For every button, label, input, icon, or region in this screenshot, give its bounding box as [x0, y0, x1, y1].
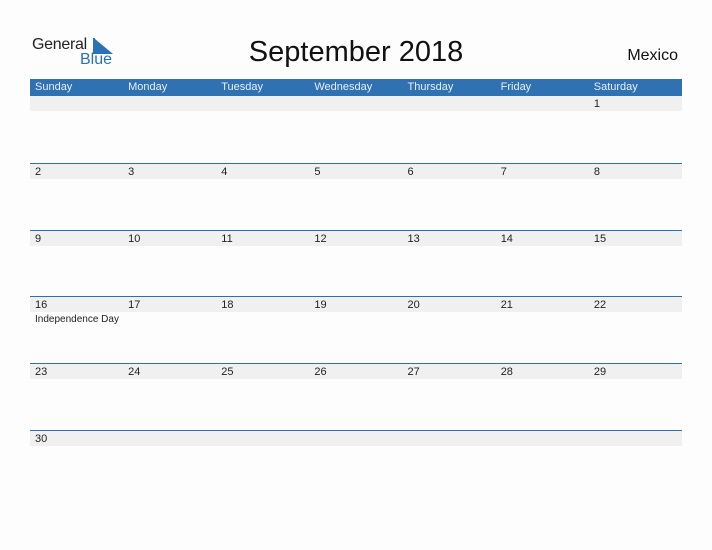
day-cell: 11 [216, 231, 309, 298]
day-cell: 17 [123, 297, 216, 364]
week-row: 23 24 25 26 27 28 29 [30, 363, 682, 431]
day-number: 30 [35, 433, 48, 445]
day-number: 11 [221, 233, 233, 245]
day-cell [216, 431, 309, 498]
day-number: 29 [593, 366, 607, 378]
day-number: 26 [314, 366, 327, 378]
day-number: 22 [593, 299, 607, 311]
week-row: 16 Independence Day 17 18 19 20 21 22 [30, 296, 682, 364]
day-number: 27 [407, 366, 420, 378]
day-cell: 9 [30, 231, 123, 298]
day-number: 4 [221, 166, 228, 178]
day-cell [403, 431, 496, 498]
day-cell [309, 96, 402, 163]
day-cell: 23 [30, 364, 123, 431]
day-cell: 15 [589, 231, 682, 298]
weekday-thursday: Thursday [407, 81, 454, 93]
day-number: 28 [500, 366, 513, 378]
day-cell: 30 [30, 431, 123, 498]
day-cell: 19 [309, 297, 402, 364]
day-number: 15 [593, 233, 607, 245]
day-cell: 2 [30, 164, 123, 231]
day-cell: 1 [589, 96, 682, 163]
day-cell: 20 [403, 297, 496, 364]
day-number: 25 [221, 366, 234, 378]
day-cell: 8 [589, 164, 682, 231]
day-number: 20 [407, 299, 420, 311]
day-cell [496, 96, 589, 163]
weekday-sunday: Sunday [35, 81, 73, 93]
day-cell: 4 [216, 164, 309, 231]
weekday-saturday: Saturday [593, 81, 638, 93]
day-number: 9 [35, 233, 42, 245]
country-label: Mexico [627, 47, 678, 64]
day-cell: 12 [309, 231, 402, 298]
page-title: September 2018 [248, 36, 464, 68]
day-cell [403, 96, 496, 163]
day-cell: 7 [496, 164, 589, 231]
day-number: 8 [593, 166, 600, 178]
day-cell [216, 96, 309, 163]
day-number: 14 [500, 233, 513, 245]
day-cell: 10 [123, 231, 216, 298]
day-cell [309, 431, 402, 498]
day-number: 17 [128, 299, 141, 311]
day-number: 7 [500, 166, 507, 178]
day-number: 23 [35, 366, 48, 378]
day-number: 16 [35, 299, 48, 311]
week-row: 1 [30, 96, 682, 163]
day-cell [496, 431, 589, 498]
day-cell: 3 [123, 164, 216, 231]
day-cell [30, 96, 123, 163]
day-cell: 29 [589, 364, 682, 431]
day-number: 6 [407, 166, 414, 178]
day-cell [589, 431, 682, 498]
day-cell: 21 [496, 297, 589, 364]
week-row: 30 [30, 430, 682, 498]
weekday-friday: Friday [500, 81, 532, 93]
day-number: 18 [221, 299, 234, 311]
day-number: 21 [500, 299, 513, 311]
weekday-wednesday: Wednesday [314, 81, 373, 93]
weekday-header: Sunday Monday Tuesday Wednesday Thursday… [30, 79, 682, 96]
day-cell [123, 431, 216, 498]
day-cell [123, 96, 216, 163]
day-number: 13 [407, 233, 420, 245]
day-number: 10 [128, 233, 141, 245]
day-cell: 26 [309, 364, 402, 431]
day-cell: 28 [496, 364, 589, 431]
weekday-tuesday: Tuesday [221, 81, 264, 93]
day-cell: 6 [403, 164, 496, 231]
week-row: 9 10 11 12 13 14 15 [30, 230, 682, 298]
day-number: 19 [314, 299, 327, 311]
day-number: 12 [314, 233, 327, 245]
day-cell: 27 [403, 364, 496, 431]
day-number: 2 [35, 166, 42, 178]
day-number: 24 [128, 366, 141, 378]
day-cell: 13 [403, 231, 496, 298]
day-cell: 18 [216, 297, 309, 364]
day-cell: 16 Independence Day [30, 297, 123, 364]
day-cell: 25 [216, 364, 309, 431]
day-number: 5 [314, 166, 321, 178]
day-number: 1 [593, 98, 600, 110]
weekday-monday: Monday [128, 81, 168, 93]
day-cell: 14 [496, 231, 589, 298]
day-number: 3 [128, 166, 135, 178]
day-cell: 24 [123, 364, 216, 431]
day-cell: 22 [589, 297, 682, 364]
week-row: 2 3 4 5 6 7 8 [30, 163, 682, 231]
holiday-label: Independence Day [35, 314, 119, 325]
day-cell: 5 [309, 164, 402, 231]
